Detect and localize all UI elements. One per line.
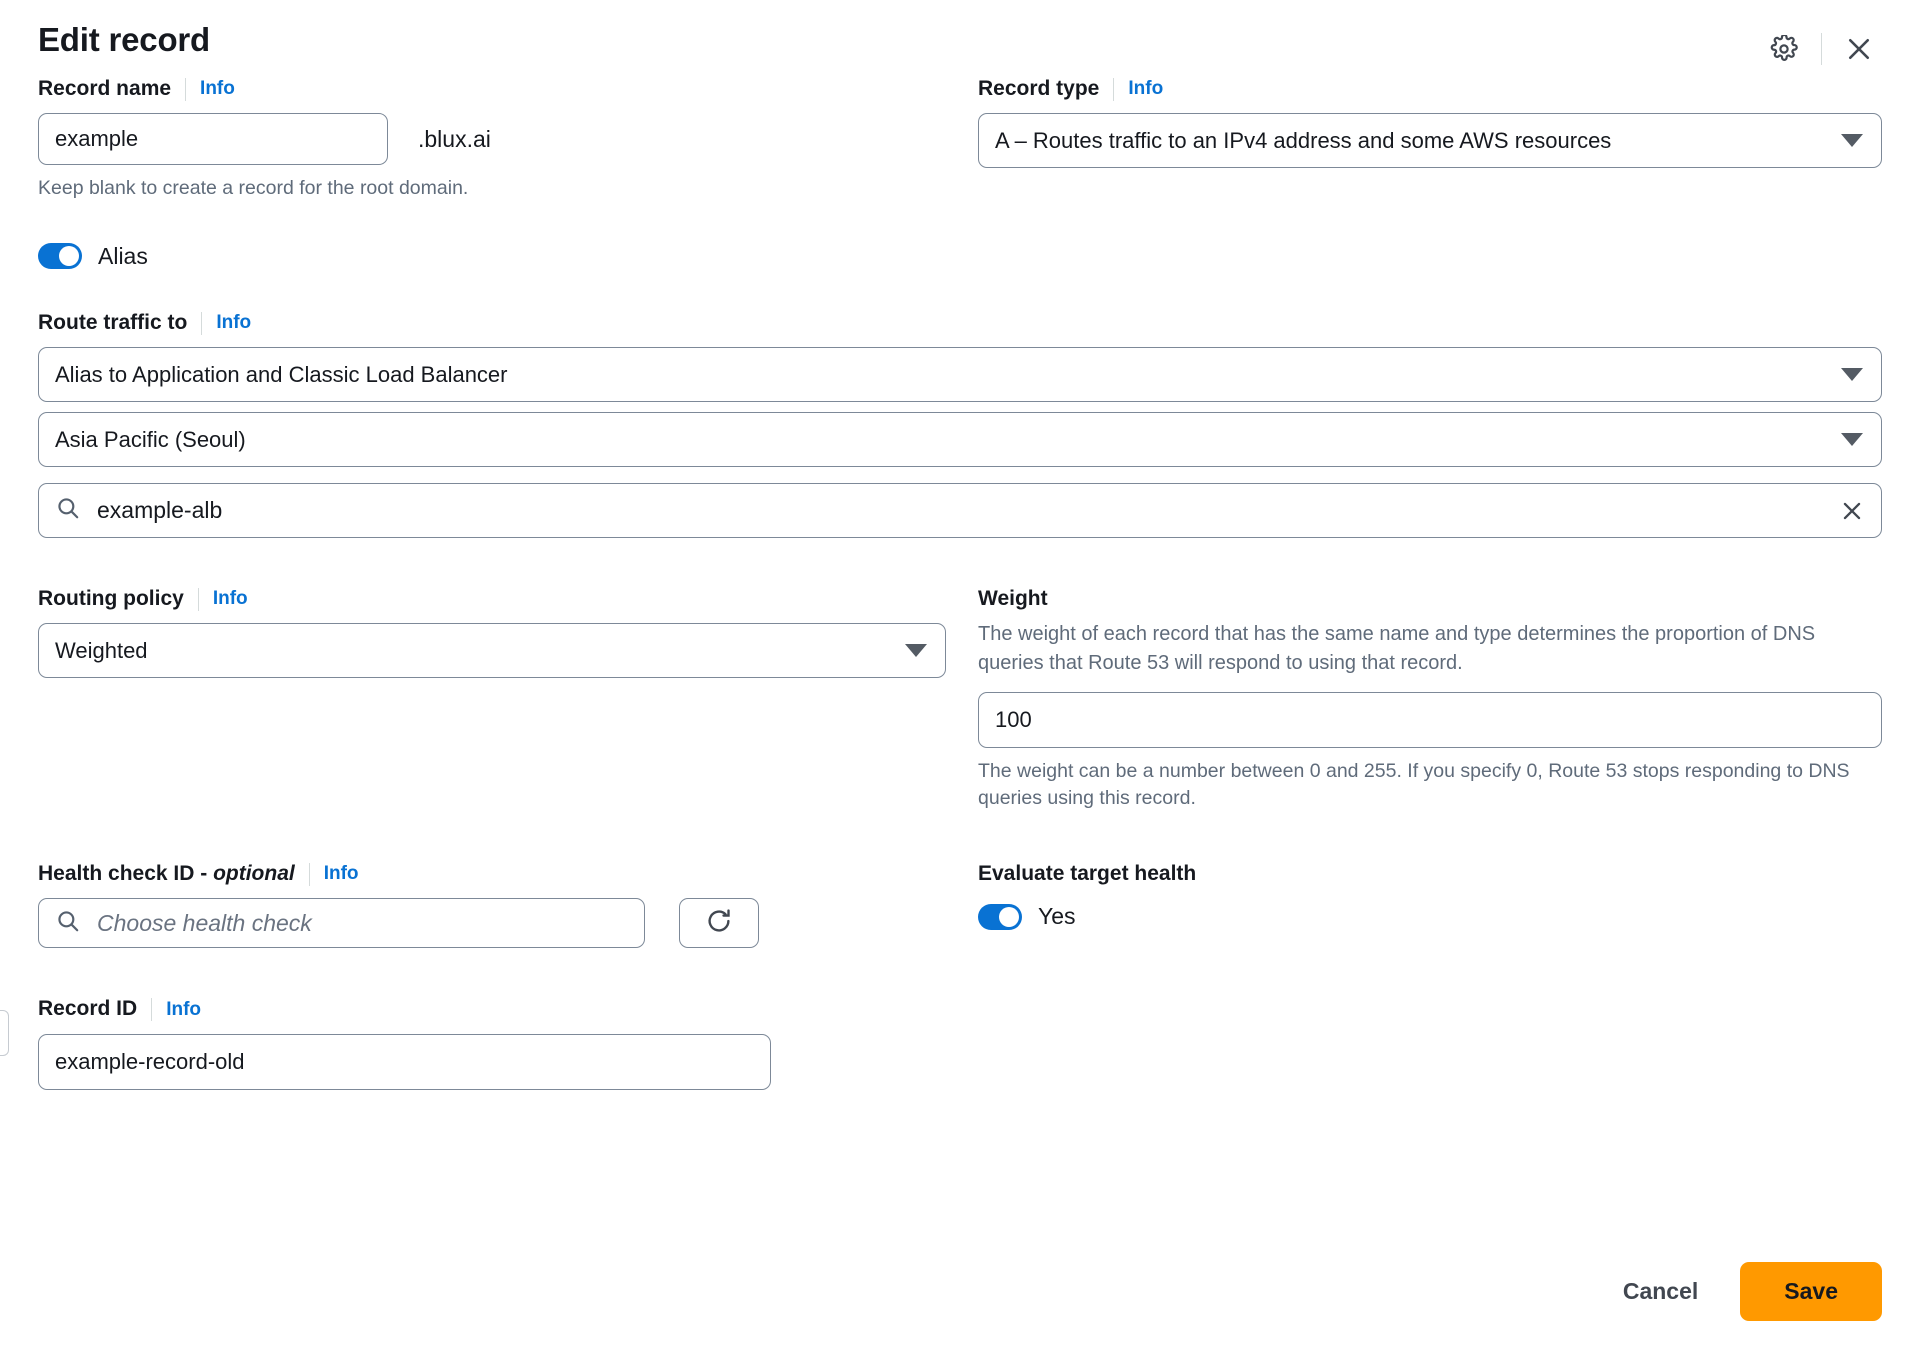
record-id-label-row: Record ID Info bbox=[38, 996, 1882, 1022]
resource-search-input[interactable]: example-alb bbox=[38, 483, 1882, 539]
search-icon bbox=[55, 908, 81, 939]
weight-hint: The weight can be a number between 0 and… bbox=[978, 759, 1850, 810]
health-check-group: Health check ID - optional Info Choose h… bbox=[38, 861, 978, 949]
record-id-value: example-record-old bbox=[55, 1048, 245, 1074]
row-name-type: Record name Info example .blux.ai Keep b… bbox=[38, 76, 1882, 203]
label-divider bbox=[185, 77, 187, 101]
gear-icon[interactable] bbox=[1761, 26, 1807, 72]
chevron-down-icon bbox=[1841, 433, 1863, 447]
health-check-label-row: Health check ID - optional Info bbox=[38, 861, 978, 887]
record-name-hint: Keep blank to create a record for the ro… bbox=[38, 177, 469, 200]
evaluate-target-health-row: Yes bbox=[978, 903, 1882, 930]
toggle-knob bbox=[999, 906, 1019, 927]
evaluate-target-health-toggle-label: Yes bbox=[1038, 903, 1076, 930]
routing-policy-group: Routing policy Info Weighted bbox=[38, 586, 978, 813]
chevron-down-icon bbox=[1841, 134, 1863, 148]
chevron-down-icon bbox=[905, 644, 927, 658]
route-traffic-info-link[interactable]: Info bbox=[216, 311, 251, 335]
toggle-knob bbox=[59, 246, 79, 267]
record-type-label-row: Record type Info bbox=[978, 76, 1882, 102]
health-check-search-input[interactable]: Choose health check bbox=[38, 898, 645, 949]
routing-policy-label-row: Routing policy Info bbox=[38, 586, 978, 612]
route-traffic-label-row: Route traffic to Info bbox=[38, 310, 1882, 336]
health-check-optional-label: optional bbox=[213, 862, 295, 885]
weight-label: Weight bbox=[978, 587, 1048, 611]
row-healthcheck-evaluate: Health check ID - optional Info Choose h… bbox=[38, 861, 1882, 949]
routing-policy-label: Routing policy bbox=[38, 587, 184, 611]
evaluate-target-health-group: Evaluate target health Yes bbox=[978, 861, 1882, 948]
label-divider bbox=[151, 997, 153, 1021]
save-button[interactable]: Save bbox=[1740, 1262, 1882, 1321]
record-name-label-row: Record name Info bbox=[38, 76, 978, 102]
routing-policy-info-link[interactable]: Info bbox=[213, 587, 248, 611]
record-type-select[interactable]: A – Routes traffic to an IPv4 address an… bbox=[978, 113, 1882, 169]
region-select[interactable]: Asia Pacific (Seoul) bbox=[38, 412, 1882, 468]
dialog-header: Edit record bbox=[38, 0, 1882, 76]
route-traffic-to-group: Route traffic to Info Alias to Applicati… bbox=[38, 310, 1882, 539]
record-type-value: A – Routes traffic to an IPv4 address an… bbox=[995, 127, 1612, 153]
health-check-info-link[interactable]: Info bbox=[324, 862, 359, 886]
route-traffic-label: Route traffic to bbox=[38, 310, 188, 334]
region-value: Asia Pacific (Seoul) bbox=[55, 426, 246, 452]
close-icon[interactable] bbox=[1836, 26, 1882, 72]
dialog-footer: Cancel Save bbox=[1607, 1262, 1882, 1321]
weight-group: Weight The weight of each record that ha… bbox=[978, 586, 1882, 813]
record-id-label: Record ID bbox=[38, 997, 138, 1021]
alias-label: Alias bbox=[98, 242, 148, 269]
record-name-input[interactable]: example bbox=[38, 113, 388, 166]
header-divider bbox=[1821, 33, 1822, 65]
evaluate-target-health-toggle[interactable] bbox=[978, 903, 1022, 930]
record-name-value: example bbox=[55, 126, 139, 152]
row-policy-weight: Routing policy Info Weighted Weight The … bbox=[38, 586, 1882, 813]
alias-target-type-value: Alias to Application and Classic Load Ba… bbox=[55, 361, 508, 387]
alias-target-type-select[interactable]: Alias to Application and Classic Load Ba… bbox=[38, 347, 1882, 403]
chevron-down-icon bbox=[1841, 368, 1863, 382]
record-name-input-row: example .blux.ai bbox=[38, 113, 978, 166]
health-check-label: Health check ID - bbox=[38, 862, 214, 885]
record-name-group: Record name Info example .blux.ai Keep b… bbox=[38, 76, 978, 203]
weight-value: 100 bbox=[995, 706, 1032, 732]
label-divider bbox=[197, 587, 199, 611]
edit-record-dialog: Edit record Record name Info example .bl… bbox=[0, 0, 1920, 1359]
left-edge-clipped-element bbox=[0, 1010, 9, 1056]
route-traffic-selects: Alias to Application and Classic Load Ba… bbox=[38, 347, 1882, 468]
record-id-input[interactable]: example-record-old bbox=[38, 1033, 771, 1090]
cancel-button[interactable]: Cancel bbox=[1607, 1266, 1714, 1317]
resource-search-value: example-alb bbox=[97, 497, 223, 524]
clear-search-icon[interactable] bbox=[1839, 498, 1865, 524]
page-title: Edit record bbox=[38, 21, 211, 58]
domain-suffix: .blux.ai bbox=[418, 125, 491, 152]
record-type-info-link[interactable]: Info bbox=[1128, 77, 1163, 101]
label-divider bbox=[201, 311, 203, 335]
health-check-input-row: Choose health check bbox=[38, 898, 978, 949]
routing-policy-select[interactable]: Weighted bbox=[38, 623, 946, 679]
alias-toggle[interactable] bbox=[38, 243, 82, 270]
record-name-info-link[interactable]: Info bbox=[200, 77, 235, 101]
header-actions bbox=[1761, 20, 1882, 72]
search-icon bbox=[55, 495, 81, 526]
weight-input[interactable]: 100 bbox=[978, 691, 1882, 748]
record-id-group: Record ID Info example-record-old bbox=[38, 996, 1882, 1090]
health-check-placeholder: Choose health check bbox=[97, 909, 312, 936]
evaluate-target-health-label: Evaluate target health bbox=[978, 862, 1197, 885]
record-type-group: Record type Info A – Routes traffic to a… bbox=[978, 76, 1882, 203]
label-divider bbox=[1113, 77, 1115, 101]
weight-description: The weight of each record that has the s… bbox=[978, 623, 1816, 675]
alias-toggle-row: Alias bbox=[38, 243, 1882, 270]
label-divider bbox=[308, 862, 310, 886]
refresh-icon bbox=[704, 906, 734, 941]
record-id-info-link[interactable]: Info bbox=[166, 998, 201, 1022]
record-type-label: Record type bbox=[978, 77, 1100, 100]
record-name-label: Record name bbox=[38, 77, 172, 100]
routing-policy-value: Weighted bbox=[55, 637, 148, 663]
refresh-health-checks-button[interactable] bbox=[679, 898, 759, 949]
